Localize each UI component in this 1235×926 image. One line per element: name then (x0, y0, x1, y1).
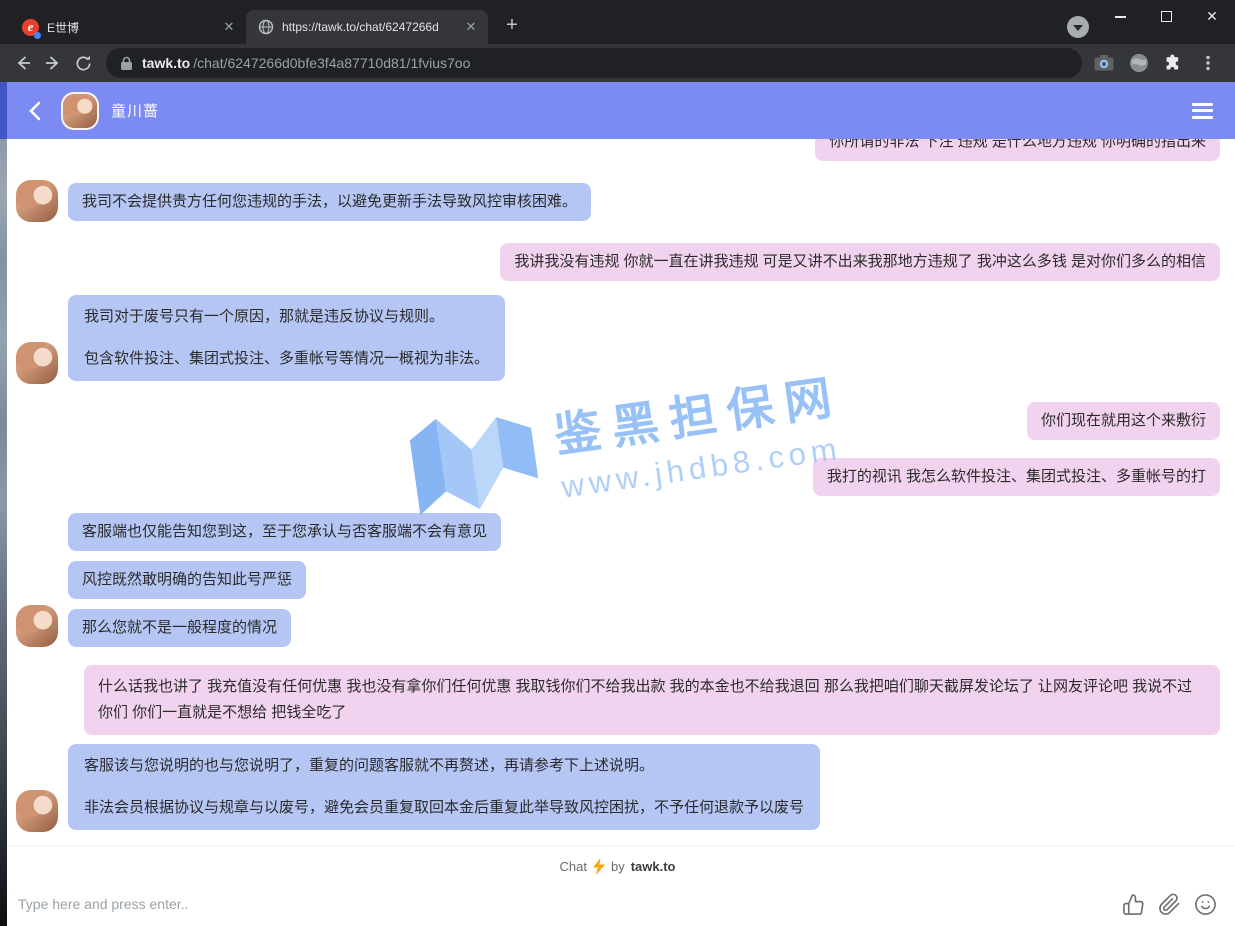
back-chevron-button[interactable] (28, 101, 41, 121)
chat-header: 童川蔷 (0, 82, 1235, 139)
window-controls: ✕ (1097, 0, 1235, 33)
url-bar[interactable]: tawk.to /chat/6247266d0bfe3f4a87710d81/1… (106, 48, 1082, 78)
tawk-branding[interactable]: Chat by tawk.to (0, 846, 1235, 875)
brand-name: tawk.to (631, 859, 676, 874)
visitor-name: 童川蔷 (111, 100, 159, 121)
agent-avatar (16, 605, 58, 647)
forward-arrow-icon (43, 53, 63, 73)
chat-footer: Chat by tawk.to (0, 845, 1235, 926)
lock-icon (120, 56, 133, 71)
chat-menu-button[interactable] (1192, 103, 1213, 119)
message-input[interactable] (18, 896, 1108, 912)
esb-favicon-icon: e (22, 19, 39, 36)
chat-message-user: 你们现在就用这个来敷衍 (1027, 402, 1220, 440)
browser-menu-kebab-icon[interactable] (1199, 54, 1217, 72)
chat-message-agent: 我司对于废号只有一个原因，那就是违反协议与规则。包含软件投注、集团式投注、多重帐… (68, 295, 505, 381)
minimize-icon (1115, 16, 1126, 18)
reload-button[interactable] (68, 48, 98, 78)
back-button[interactable] (8, 48, 38, 78)
url-path: /chat/6247266d0bfe3f4a87710d81/1fvius7oo (193, 55, 470, 71)
back-arrow-icon (13, 53, 33, 73)
minimize-button[interactable] (1097, 0, 1143, 33)
visitor-avatar (61, 92, 99, 130)
agent-avatar (16, 342, 58, 384)
watermark-url: www.jhdb8.com (559, 429, 851, 505)
maximize-button[interactable] (1143, 0, 1189, 33)
chat-message-agent: 客服该与您说明的也与您说明了，重复的问题客服就不再赘述，再请参考下上述说明。非法… (68, 744, 820, 830)
tab-tawk-chat[interactable]: https://tawk.to/chat/6247266d ✕ (246, 10, 488, 44)
input-actions (1122, 893, 1217, 916)
tab-esb[interactable]: e E世博 ✕ (10, 10, 246, 44)
chat-message-user: 你所谓的非法 下注 违规 是什么地方违规 你明确的指出来 (815, 139, 1220, 161)
chat-message-agent: 风控既然敢明确的告知此号严惩 (68, 561, 306, 599)
extension-area (1090, 53, 1227, 73)
close-button[interactable]: ✕ (1189, 0, 1235, 33)
agent-avatar (16, 180, 58, 222)
globe-extension-icon[interactable] (1129, 53, 1149, 73)
emoji-smiley-icon[interactable] (1194, 893, 1217, 916)
maximize-icon (1161, 11, 1172, 22)
globe-favicon-icon (258, 19, 274, 35)
chat-page: 童川蔷 你所谓的非法 下注 违规 是什么地方违规 你明确的指出来 我司不会提供贵… (0, 82, 1235, 926)
lightning-bolt-icon (593, 858, 605, 875)
watermark-title: 鉴黑担保网 (549, 357, 846, 466)
thumbs-up-icon[interactable] (1122, 893, 1145, 916)
attachment-paperclip-icon[interactable] (1158, 893, 1181, 916)
chat-message-agent: 我司不会提供贵方任何您违规的手法，以避免更新手法导致风控审核困难。 (68, 183, 591, 221)
camera-extension-icon[interactable] (1094, 54, 1114, 72)
agent-avatar (16, 790, 58, 832)
tab-overflow-button[interactable] (1067, 16, 1089, 38)
chevron-left-icon (28, 101, 41, 121)
forward-button[interactable] (38, 48, 68, 78)
chat-message-agent: 那么您就不是一般程度的情况 (68, 609, 291, 647)
tab-close-icon[interactable]: ✕ (220, 18, 238, 36)
browser-toolbar: tawk.to /chat/6247266d0bfe3f4a87710d81/1… (0, 44, 1235, 82)
extensions-puzzle-icon[interactable] (1164, 53, 1184, 73)
message-list: 你所谓的非法 下注 违规 是什么地方违规 你明确的指出来 我司不会提供贵方任何您… (0, 139, 1235, 845)
background-page-strip (0, 82, 7, 926)
reload-icon (74, 54, 93, 73)
brand-mid: by (611, 859, 625, 874)
watermark: 鉴黑担保网 www.jhdb8.com (406, 355, 851, 526)
chevron-down-icon (1073, 25, 1083, 31)
tab-title: E世博 (47, 19, 212, 36)
chat-message-user: 什么话我也讲了 我充值没有任何优惠 我也没有拿你们任何优惠 我取钱你们不给我出款… (84, 665, 1220, 735)
new-tab-button[interactable]: + (498, 11, 526, 39)
url-host: tawk.to (142, 55, 190, 71)
chat-message-user: 我打的视讯 我怎么软件投注、集团式投注、多重帐号的打 (813, 458, 1220, 496)
brand-pre: Chat (560, 859, 587, 874)
tab-close-icon[interactable]: ✕ (462, 18, 480, 36)
message-input-row (0, 882, 1235, 926)
tab-strip: e E世博 ✕ https://tawk.to/chat/6247266d ✕ … (0, 0, 1235, 44)
browser-titlebar: e E世博 ✕ https://tawk.to/chat/6247266d ✕ … (0, 0, 1235, 44)
chat-message-agent: 客服端也仅能告知您到这，至于您承认与否客服端不会有意见 (68, 513, 501, 551)
watermark-logo-icon (406, 399, 542, 527)
chat-message-user: 我讲我没有违规 你就一直在讲我违规 可是又讲不出来我那地方违规了 我冲这么多钱 … (500, 243, 1220, 281)
tab-title: https://tawk.to/chat/6247266d (282, 20, 454, 34)
